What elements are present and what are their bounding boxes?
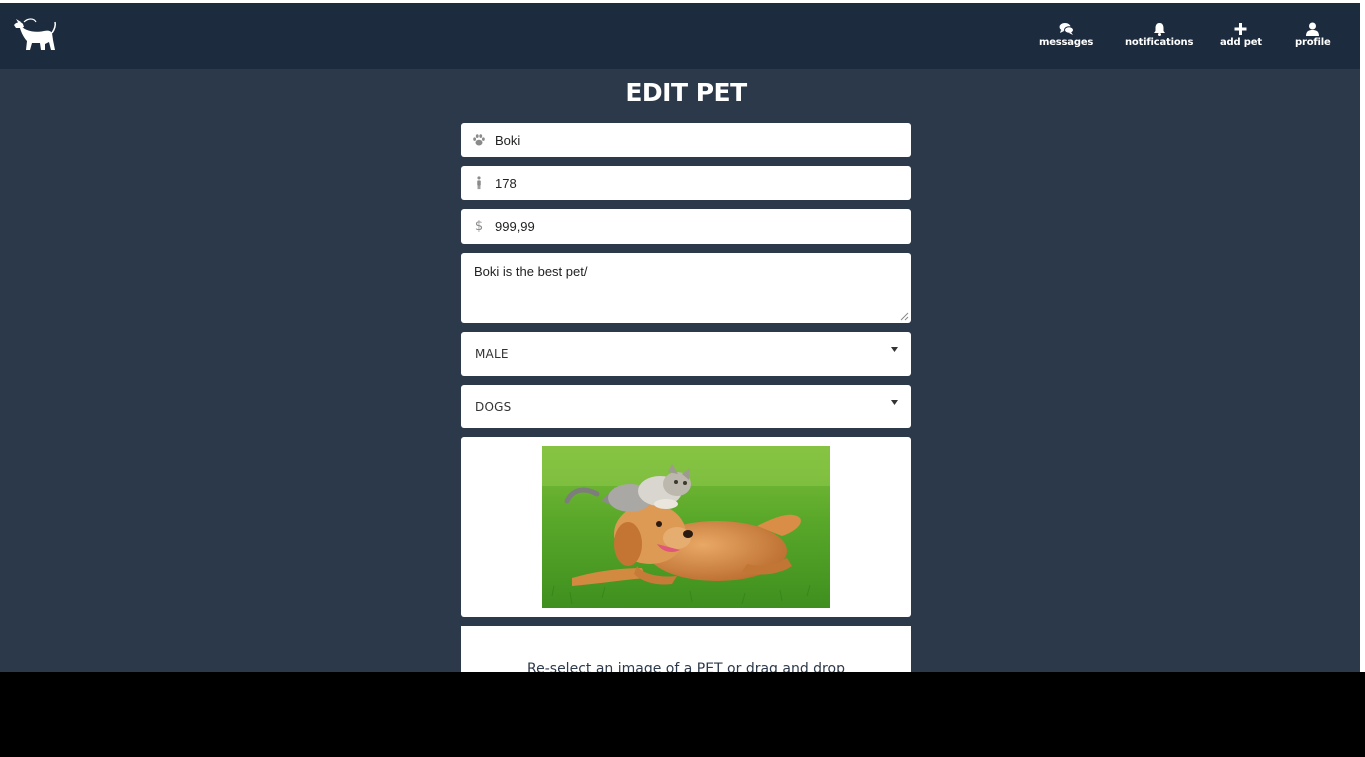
category-select-value: DOGS: [475, 399, 512, 414]
pet-price-field: $: [461, 209, 911, 244]
caret-down-icon: [891, 347, 898, 352]
nav-add-pet[interactable]: add pet: [1220, 22, 1262, 48]
nav-label: add pet: [1220, 37, 1262, 48]
bell-icon: [1153, 23, 1165, 36]
dropzone-text: Re-select an image of a PET or drag and …: [527, 661, 845, 672]
nav-label: messages: [1039, 37, 1094, 48]
nav-notifications[interactable]: notifications: [1125, 22, 1193, 48]
nav-messages[interactable]: messages: [1039, 22, 1093, 48]
dollar-icon: $: [474, 218, 484, 234]
pet-description-field: Boki is the best pet/: [461, 253, 911, 323]
pet-image-preview: [461, 437, 911, 617]
nav-label: profile: [1295, 37, 1331, 48]
dog-on-leash-icon[interactable]: [12, 16, 58, 52]
person-icon: [471, 175, 487, 191]
navbar: messages notifications add pet profile: [0, 3, 1360, 69]
pet-price-input[interactable]: [495, 209, 901, 244]
plus-icon: [1234, 23, 1247, 35]
gender-select-value: MALE: [475, 347, 509, 361]
image-dropzone[interactable]: Re-select an image of a PET or drag and …: [461, 626, 911, 672]
nav-label: notifications: [1125, 37, 1194, 48]
pet-description-textarea[interactable]: Boki is the best pet/: [461, 253, 911, 323]
pet-name-field: [461, 123, 911, 157]
caret-down-icon: [891, 400, 898, 405]
paw-icon: [471, 132, 487, 148]
pet-name-input[interactable]: [495, 123, 901, 157]
app-viewport: messages notifications add pet profile E…: [0, 0, 1360, 672]
nav-profile[interactable]: profile: [1295, 22, 1331, 48]
category-select[interactable]: DOGS: [461, 385, 911, 428]
page-title: EDIT PET: [625, 78, 747, 107]
right-edge-strip: [1360, 0, 1365, 672]
gender-select[interactable]: MALE: [461, 332, 911, 376]
pet-height-field: [461, 166, 911, 200]
pet-height-input[interactable]: [495, 166, 901, 200]
pet-photo: [542, 446, 830, 608]
resize-handle-icon[interactable]: [900, 312, 909, 321]
chat-bubbles-icon: [1059, 23, 1074, 35]
user-icon: [1306, 22, 1320, 36]
